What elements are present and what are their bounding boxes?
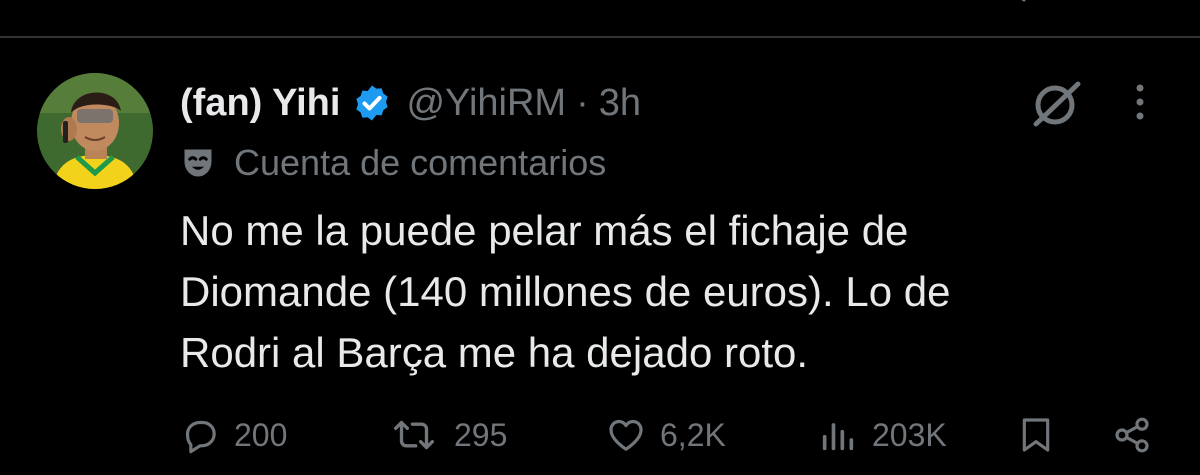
views-icon: [822, 423, 854, 451]
grok-icon[interactable]: [1028, 78, 1084, 130]
reply-count: 200: [234, 416, 288, 453]
tweet-text: No me la puede pelar más el fichaje de D…: [180, 207, 951, 376]
verified-badge-icon[interactable]: [352, 83, 392, 123]
repost-button[interactable]: 295: [388, 412, 507, 458]
repost-count: 295: [454, 416, 508, 453]
mask-icon: [184, 149, 212, 177]
top-divider: [0, 36, 1200, 38]
like-icon: [609, 419, 643, 451]
like-count: 6,2K: [660, 416, 726, 453]
account-label-text: Cuenta de comentarios: [234, 142, 607, 183]
author-display-name[interactable]: (fan) Yihi: [180, 82, 340, 125]
author-handle[interactable]: @YihiRM: [406, 82, 566, 125]
repost-icon: [394, 420, 435, 450]
account-label: Cuenta de comentarios: [180, 140, 606, 186]
bookmark-button[interactable]: [1016, 412, 1056, 458]
more-icon[interactable]: [1128, 82, 1152, 122]
like-button[interactable]: 6,2K: [606, 412, 726, 458]
avatar-image: [37, 73, 153, 189]
reply-button[interactable]: 200: [180, 412, 287, 458]
tweet-header: (fan) Yihi @YihiRM · 3h: [180, 78, 641, 128]
views-button[interactable]: 203K: [818, 412, 947, 458]
avatar[interactable]: [37, 73, 153, 189]
views-count: 203K: [872, 416, 947, 453]
separator-dot: ·: [576, 81, 589, 124]
share-icon: [1115, 417, 1149, 453]
share-button[interactable]: [1112, 412, 1152, 458]
timestamp[interactable]: 3h: [599, 82, 641, 125]
bookmark-icon: [1022, 418, 1050, 452]
partial-action-icon: [1021, 0, 1026, 2]
reply-icon: [185, 420, 216, 454]
